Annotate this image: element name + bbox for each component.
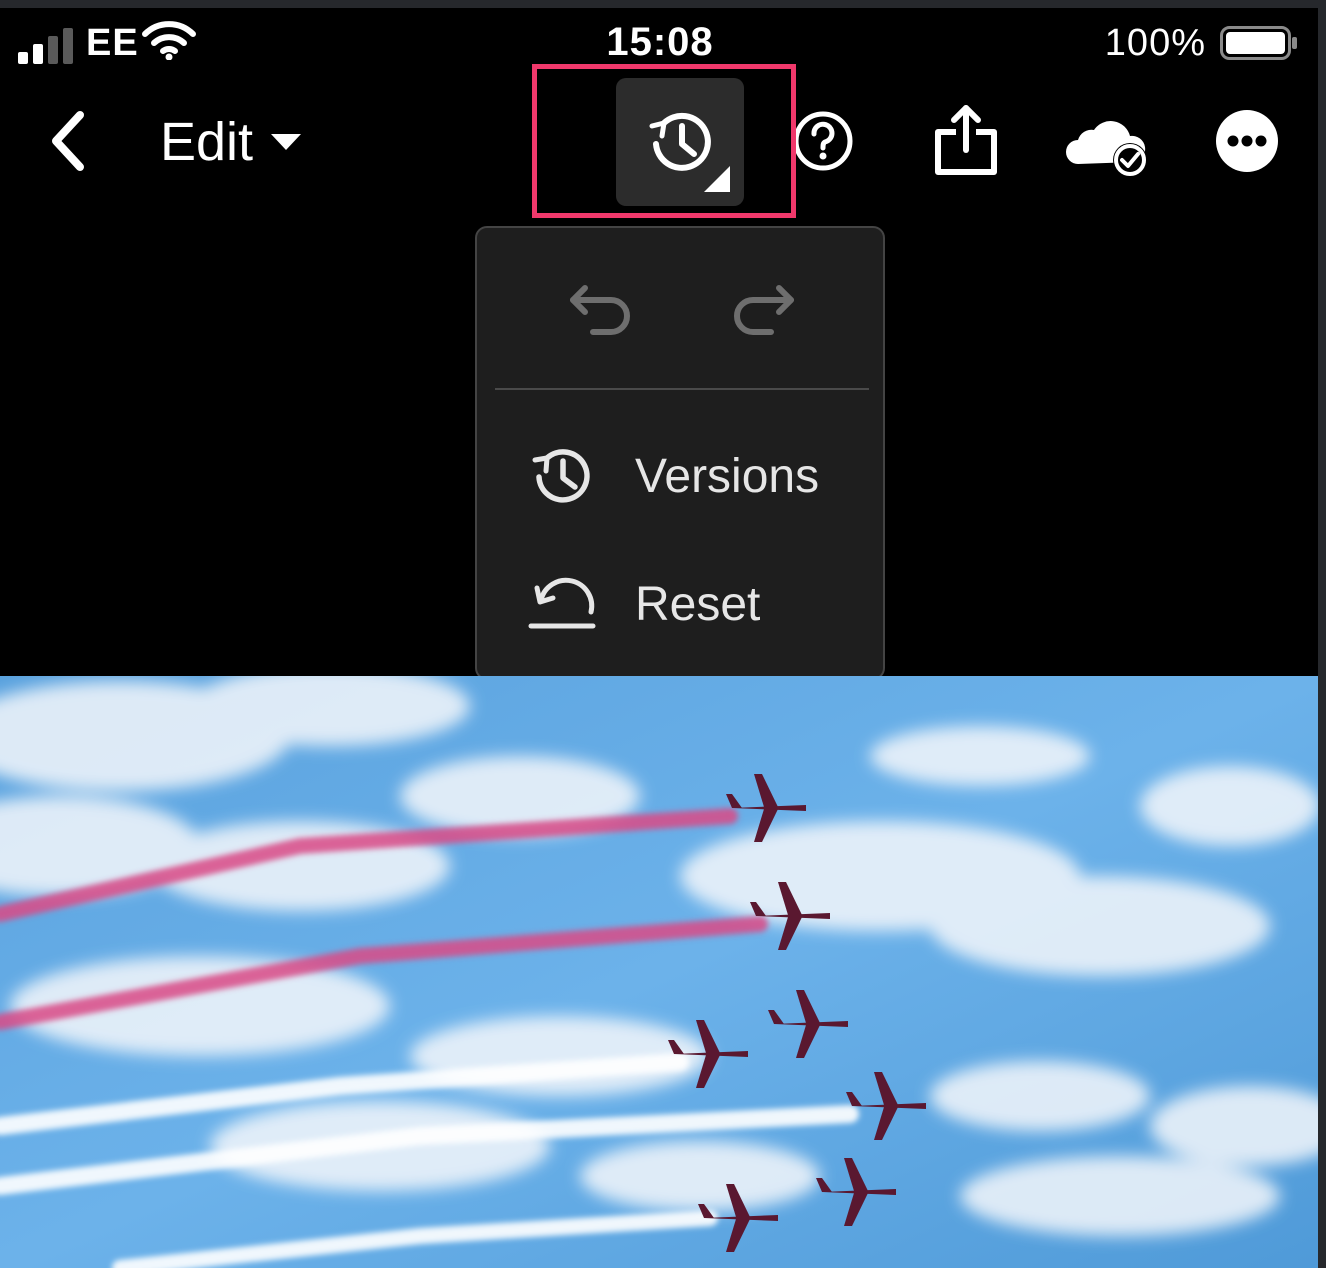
wifi-icon: [142, 21, 196, 60]
dropdown-caret-icon: [271, 134, 302, 150]
help-button[interactable]: [792, 110, 854, 172]
history-button[interactable]: [616, 78, 744, 206]
menu-item-reset-label: Reset: [635, 577, 761, 631]
share-button[interactable]: [932, 104, 1000, 176]
photo-preview[interactable]: [0, 676, 1318, 1268]
menu-item-versions[interactable]: Versions: [527, 436, 857, 516]
cloud-synced-icon: [1066, 121, 1147, 177]
menu-item-reset[interactable]: Reset: [527, 564, 857, 644]
more-circle-icon: [1216, 110, 1278, 172]
edit-mode-dropdown[interactable]: Edit: [160, 102, 302, 182]
more-options-button[interactable]: [1214, 108, 1280, 174]
status-time: 15:08: [606, 20, 714, 64]
menu-divider: [495, 388, 869, 390]
cellular-signal-icon: [18, 28, 73, 64]
back-button[interactable]: [40, 106, 96, 176]
submenu-corner-indicator-icon: [704, 166, 730, 192]
redo-button[interactable]: [729, 282, 799, 342]
history-popover-menu: Versions Reset: [475, 226, 885, 680]
edit-mode-label: Edit: [160, 112, 254, 172]
redo-icon: [734, 285, 794, 335]
photo-red-arrows-flypast: [0, 676, 1318, 1268]
screen-frame-right: [1318, 0, 1326, 1268]
carrier-name: EE: [86, 22, 139, 64]
battery-percentage: 100%: [1104, 22, 1206, 64]
versions-history-icon: [527, 439, 601, 513]
top-toolbar: Edit: [0, 78, 1318, 210]
undo-redo-row: [477, 268, 883, 358]
menu-item-versions-label: Versions: [635, 449, 820, 503]
chevron-left-icon: [52, 111, 84, 171]
reset-icon: [527, 567, 601, 641]
status-bar: EE 15:08 100%: [0, 8, 1318, 74]
undo-icon: [570, 285, 630, 335]
cloud-sync-button[interactable]: [1064, 110, 1154, 180]
help-circle-icon: [793, 111, 853, 171]
battery-icon: [1220, 26, 1297, 60]
undo-button[interactable]: [565, 282, 635, 342]
screen-frame-top: [0, 0, 1326, 8]
share-icon: [935, 105, 997, 175]
